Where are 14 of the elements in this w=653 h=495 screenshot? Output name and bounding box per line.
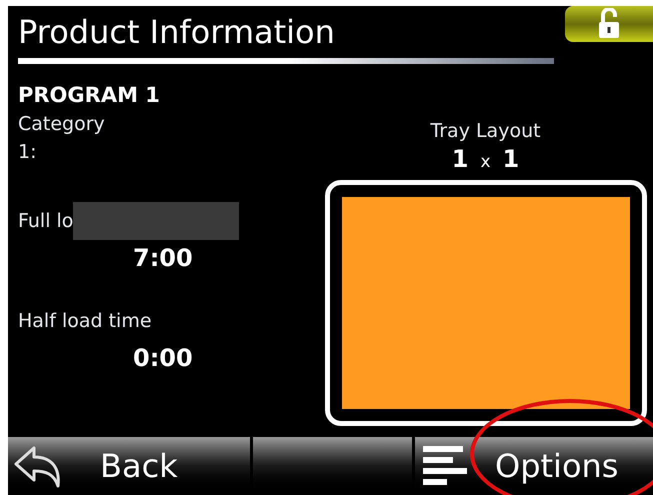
time-value: 0:00 xyxy=(133,344,194,372)
lock-button[interactable] xyxy=(565,6,653,42)
menu-lines-icon xyxy=(423,444,467,488)
tray-layout-label: Tray Layout xyxy=(430,119,541,143)
category-value: 1: xyxy=(18,140,38,164)
program-name: PROGRAM 1 xyxy=(18,82,161,108)
screen-title: Product Information xyxy=(18,12,336,52)
tray-separator: x xyxy=(480,151,491,174)
time-label: Full lo xyxy=(18,209,74,233)
tray-rows: 1 xyxy=(452,145,468,173)
tray-columns: 1 xyxy=(502,145,520,173)
time-value: 7:00 xyxy=(133,244,194,272)
time-label: Half load time xyxy=(18,309,152,333)
category-label: Category xyxy=(18,112,106,136)
